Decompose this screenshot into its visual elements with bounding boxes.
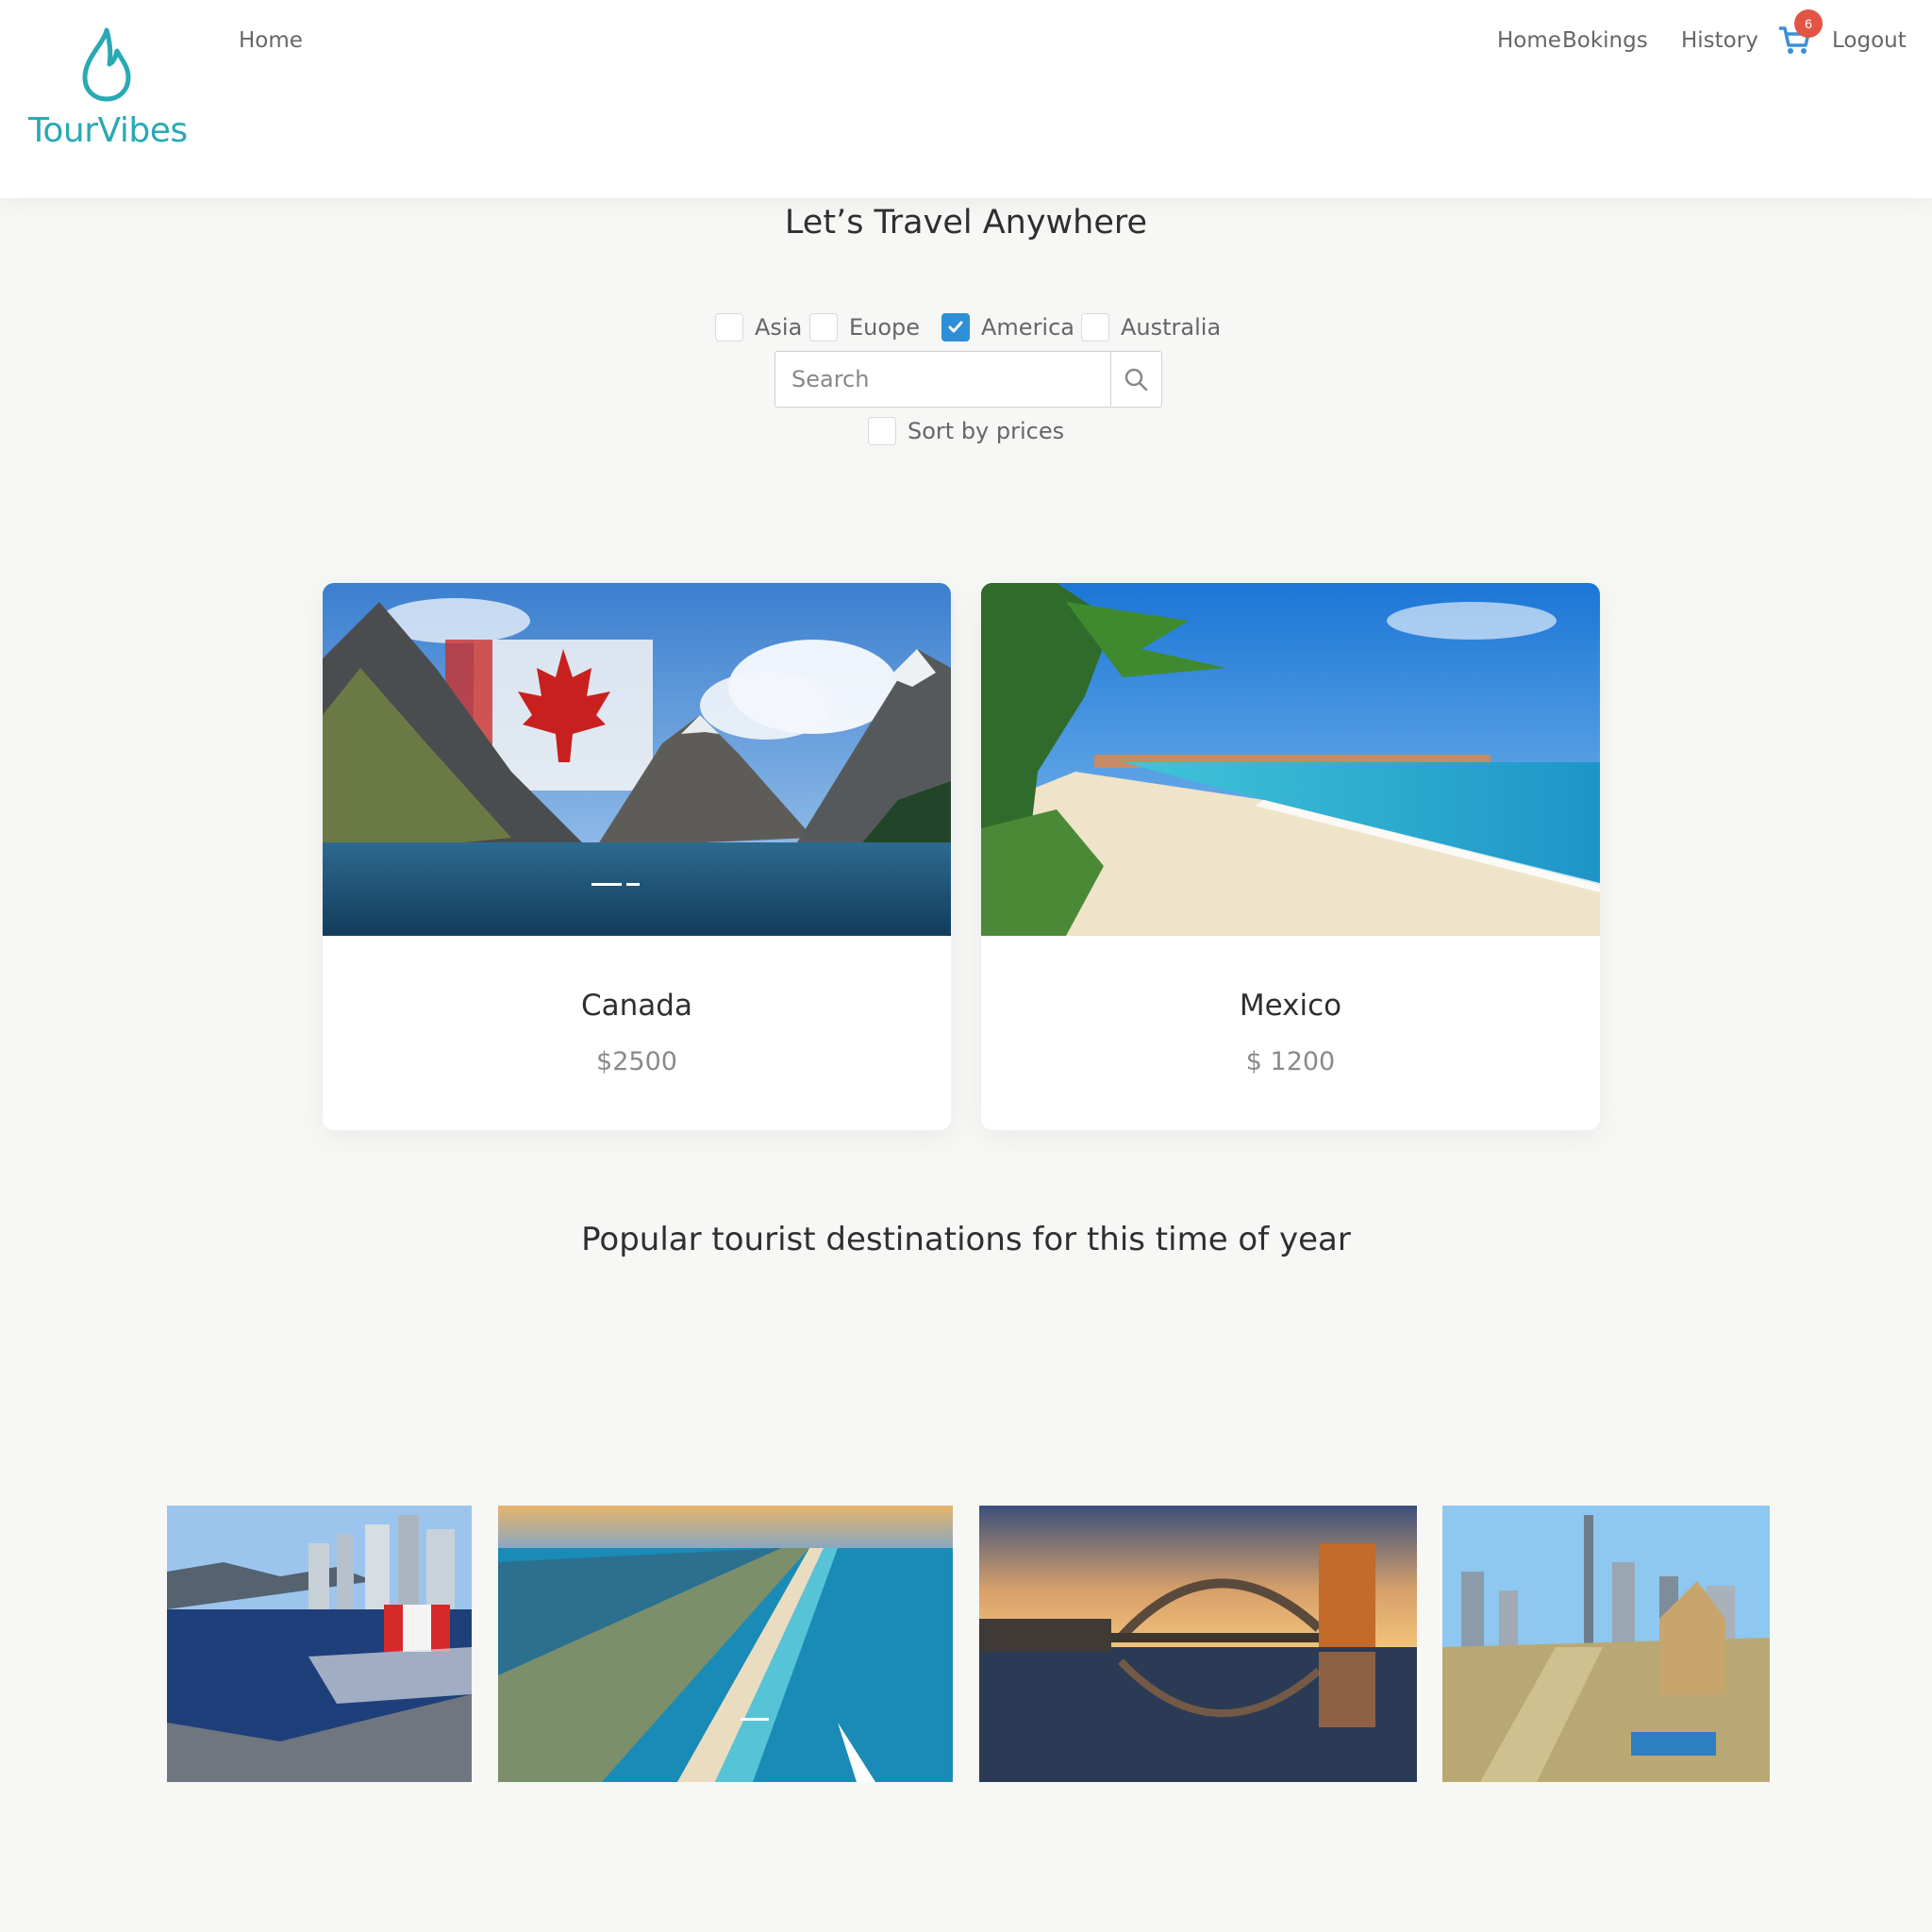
filter-label: Asia xyxy=(755,314,803,341)
checkbox-europe[interactable] xyxy=(809,313,838,341)
destination-dubai[interactable] xyxy=(1442,1506,1770,1782)
sort-label: Sort by prices xyxy=(908,418,1065,444)
popular-section-title: Popular tourist destinations for this ti… xyxy=(581,1221,1351,1258)
card-price: $2500 xyxy=(596,1047,677,1076)
checkbox-asia[interactable] xyxy=(715,313,743,341)
filter-europe[interactable]: Euope xyxy=(809,311,920,343)
sort-by-prices[interactable]: Sort by prices xyxy=(868,415,1064,447)
search-icon xyxy=(1124,368,1148,391)
destination-vancouver[interactable] xyxy=(167,1506,472,1782)
card-price: $ 1200 xyxy=(1245,1047,1336,1076)
checkbox-sort[interactable] xyxy=(868,417,896,445)
checkmark-icon xyxy=(948,321,963,333)
card-title: Mexico xyxy=(1239,989,1342,1023)
search-input[interactable] xyxy=(775,352,1109,406)
flame-icon xyxy=(82,27,131,102)
cart-badge: 6 xyxy=(1794,9,1823,38)
filter-australia[interactable]: Australia xyxy=(1081,311,1221,343)
sydney-harbour-bridge-image xyxy=(979,1506,1417,1782)
filter-label: America xyxy=(981,314,1074,341)
tour-card-mexico[interactable]: Mexico $ 1200 xyxy=(981,583,1600,1130)
brand-name: TourVibes xyxy=(28,111,188,150)
canada-mountain-lake-image xyxy=(323,583,951,936)
vancouver-harbor-image xyxy=(167,1506,472,1782)
aerial-coastline-image xyxy=(498,1506,953,1782)
card-title: Canada xyxy=(581,989,692,1023)
filter-label: Euope xyxy=(849,314,921,341)
search-box xyxy=(774,351,1162,408)
destination-sydney[interactable] xyxy=(979,1506,1417,1782)
dubai-skyline-image xyxy=(1442,1506,1770,1782)
nav-home-left[interactable]: Home xyxy=(239,28,303,53)
checkbox-australia[interactable] xyxy=(1081,313,1109,341)
nav-home[interactable]: Home xyxy=(1497,28,1561,53)
filter-america[interactable]: America xyxy=(941,311,1074,343)
destination-coastline[interactable] xyxy=(498,1506,953,1782)
checkbox-america[interactable] xyxy=(941,313,970,341)
search-button[interactable] xyxy=(1110,352,1160,406)
filter-asia[interactable]: Asia xyxy=(715,311,802,343)
nav-logout[interactable]: Logout xyxy=(1832,28,1907,53)
nav-bookings[interactable]: Bokings xyxy=(1562,28,1648,53)
navbar: TourVibes Home Home Bokings History 6 Lo… xyxy=(0,0,1932,198)
mexico-beach-image xyxy=(981,583,1600,936)
page-title: Let’s Travel Anywhere xyxy=(784,204,1148,242)
filter-label: Australia xyxy=(1121,314,1222,341)
brand-logo[interactable]: TourVibes xyxy=(28,26,188,158)
nav-history[interactable]: History xyxy=(1681,28,1758,53)
tour-card-canada[interactable]: Canada $2500 xyxy=(323,583,951,1130)
